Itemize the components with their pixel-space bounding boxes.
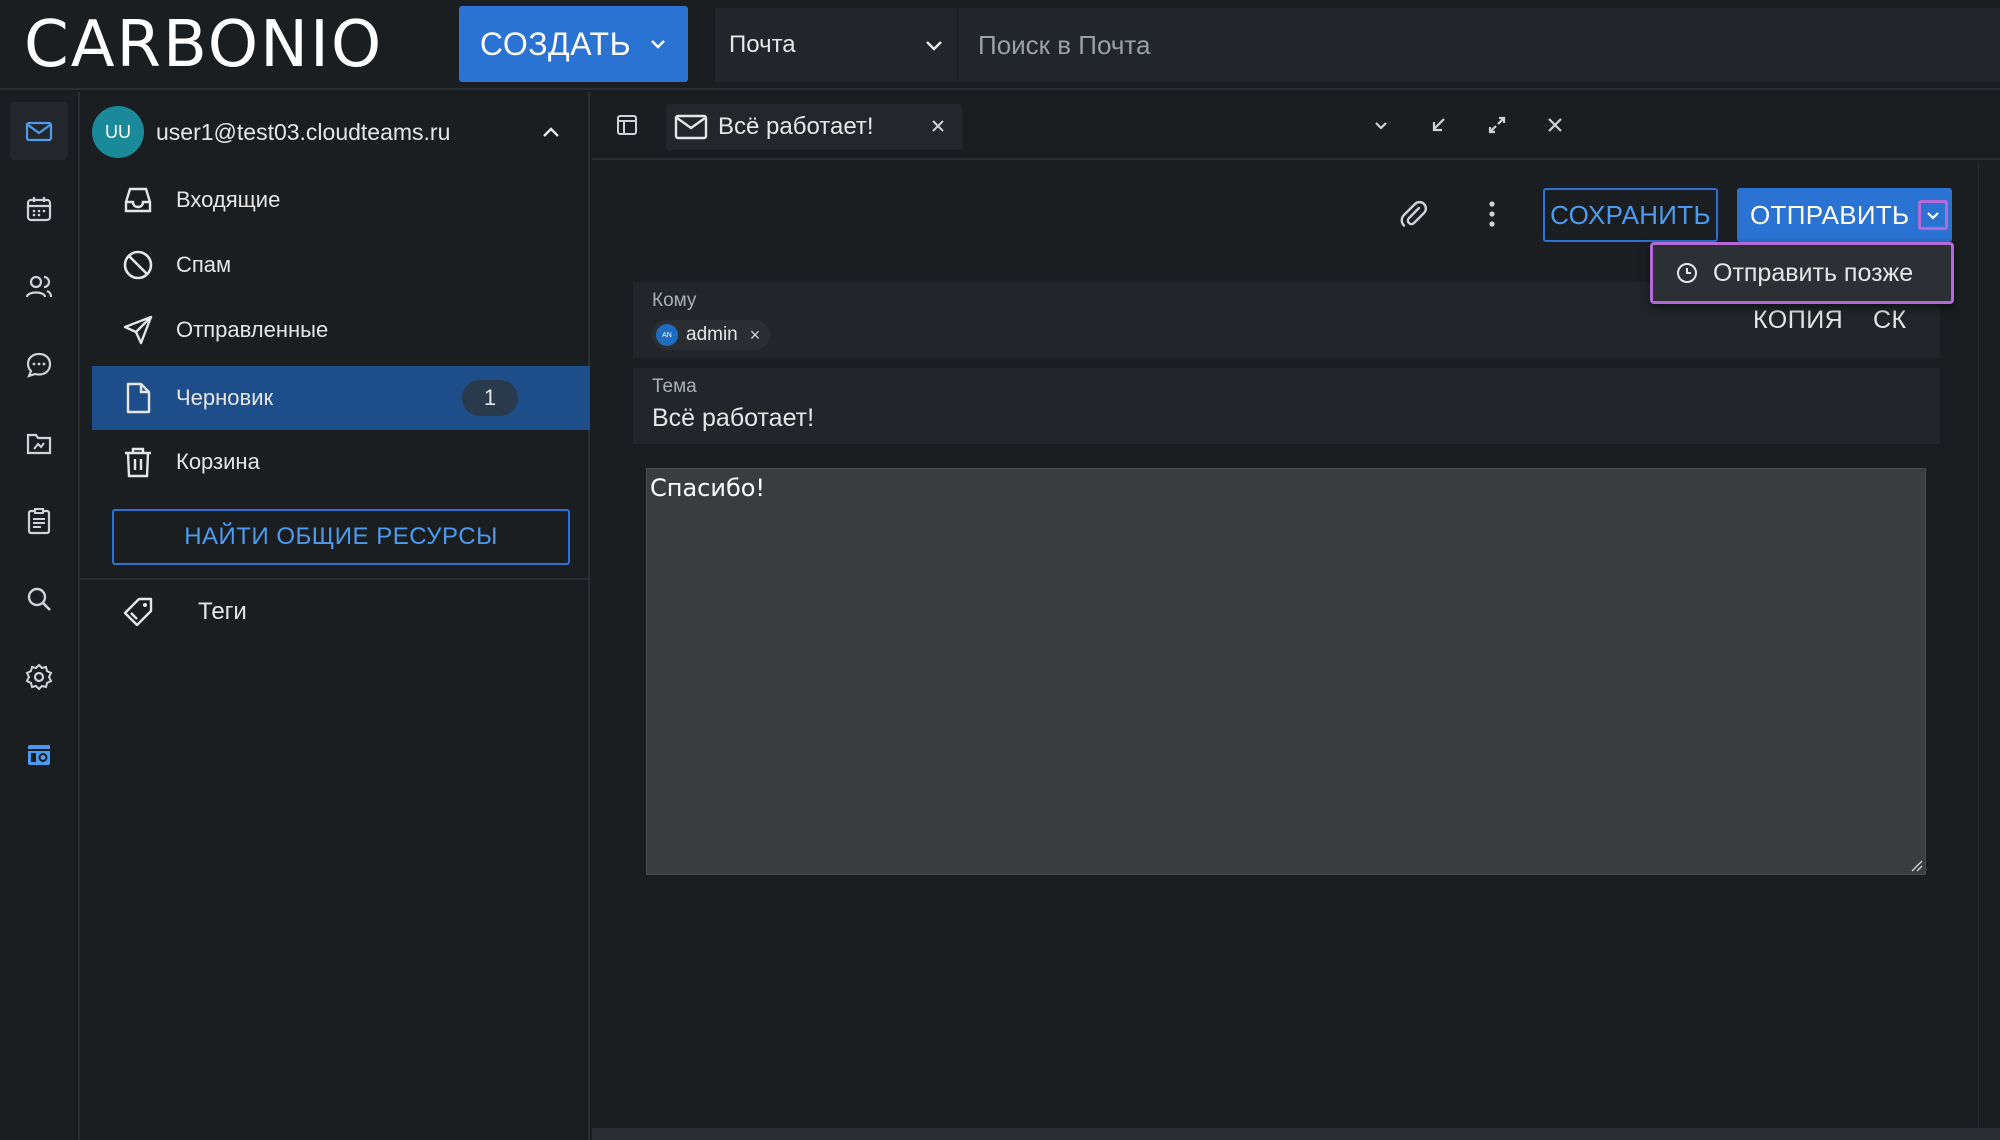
scroll-gutter bbox=[1978, 162, 2000, 1128]
inbox-icon bbox=[118, 180, 158, 220]
rail-contacts[interactable] bbox=[10, 258, 68, 316]
send-options-toggle[interactable] bbox=[1918, 200, 1948, 230]
resize-grip-icon[interactable] bbox=[1909, 858, 1923, 872]
chevron-down-icon[interactable] bbox=[1370, 114, 1392, 136]
send-button-label: ОТПРАВИТЬ bbox=[1750, 199, 1910, 230]
rail-chat[interactable] bbox=[10, 336, 68, 394]
create-button[interactable]: СОЗДАТЬ bbox=[459, 6, 688, 82]
mail-icon bbox=[25, 121, 53, 142]
files-icon bbox=[26, 433, 52, 455]
cc-button[interactable]: КОПИЯ bbox=[1753, 306, 1843, 335]
tag-icon bbox=[118, 592, 158, 632]
app-rail bbox=[0, 92, 80, 1140]
subject-label: Тема bbox=[652, 376, 697, 397]
contacts-icon bbox=[25, 275, 53, 298]
trash-icon bbox=[118, 442, 158, 482]
folder-label: Отправленные bbox=[176, 317, 329, 342]
folder-inbox[interactable]: Входящие bbox=[92, 168, 590, 232]
save-button[interactable]: СОХРАНИТЬ bbox=[1543, 188, 1718, 242]
folder-sent[interactable]: Отправленные bbox=[92, 298, 590, 362]
search-icon bbox=[27, 587, 51, 611]
rail-apps[interactable] bbox=[10, 726, 68, 784]
tags-label: Теги bbox=[198, 598, 247, 625]
tab-bar: Всё работает! bbox=[592, 92, 2000, 160]
send-later-menu-item[interactable]: Отправить позже bbox=[1650, 242, 1954, 304]
avatar: UU bbox=[92, 106, 144, 158]
message-body-text: Спасибо! bbox=[650, 474, 766, 502]
spam-icon bbox=[118, 245, 158, 285]
rail-mail[interactable] bbox=[10, 102, 68, 160]
account-email: user1@test03.cloudteams.ru bbox=[156, 118, 451, 145]
close-icon[interactable] bbox=[1544, 114, 1566, 136]
create-button-label: СОЗДАТЬ bbox=[479, 25, 632, 62]
send-later-label: Отправить позже bbox=[1713, 258, 1914, 287]
to-label: Кому bbox=[652, 290, 697, 311]
subject-field[interactable]: Тема Всё работает! bbox=[633, 368, 1940, 444]
tags-section[interactable]: Теги bbox=[92, 580, 590, 644]
attachment-icon[interactable] bbox=[1397, 198, 1429, 230]
tab-title: Всё работает! bbox=[718, 113, 874, 140]
rail-settings[interactable] bbox=[10, 648, 68, 706]
top-bar: CARBONIO СОЗДАТЬ Почта Поиск в Почта bbox=[0, 0, 2000, 90]
rail-files[interactable] bbox=[10, 414, 68, 472]
folder-label: Черновик bbox=[176, 385, 274, 410]
board-toggle-icon[interactable] bbox=[614, 112, 640, 138]
more-options-icon[interactable] bbox=[1482, 198, 1502, 230]
draft-icon bbox=[118, 378, 158, 418]
recipient-avatar: AN bbox=[656, 324, 678, 346]
chevron-up-icon bbox=[543, 127, 559, 137]
message-body-editor[interactable]: Спасибо! bbox=[646, 468, 1926, 875]
folder-label: Спам bbox=[176, 252, 232, 277]
chat-icon bbox=[26, 352, 52, 378]
folder-drafts[interactable]: Черновик 1 bbox=[92, 366, 590, 430]
folder-spam[interactable]: Спам bbox=[92, 233, 590, 297]
account-header[interactable]: UU user1@test03.cloudteams.ru bbox=[92, 106, 582, 158]
close-icon[interactable] bbox=[928, 116, 948, 136]
module-select-value: Почта bbox=[729, 31, 796, 58]
rail-search[interactable] bbox=[10, 570, 68, 628]
folder-label: Входящие bbox=[176, 187, 281, 212]
minimize-icon[interactable] bbox=[1428, 114, 1450, 136]
send-button[interactable]: ОТПРАВИТЬ bbox=[1737, 188, 1952, 242]
send-icon bbox=[118, 310, 158, 350]
carbonio-logo: CARBONIO bbox=[24, 8, 384, 82]
chevron-down-icon bbox=[926, 41, 942, 51]
unread-count-badge: 1 bbox=[462, 380, 518, 416]
subject-value: Всё работает! bbox=[652, 404, 815, 432]
tasks-icon bbox=[27, 508, 51, 535]
search-input[interactable]: Поиск в Почта bbox=[958, 8, 2000, 82]
apps-icon bbox=[28, 745, 50, 765]
chevron-down-icon bbox=[651, 40, 665, 49]
remove-recipient-icon[interactable]: × bbox=[750, 325, 761, 346]
bcc-button[interactable]: СК bbox=[1873, 306, 1907, 335]
recipient-name: admin bbox=[686, 324, 738, 345]
folder-trash[interactable]: Корзина bbox=[92, 430, 590, 494]
bottom-scrollbar[interactable] bbox=[592, 1128, 2000, 1140]
rail-calendar[interactable] bbox=[10, 180, 68, 238]
rail-tasks[interactable] bbox=[10, 492, 68, 550]
chevron-down-icon bbox=[1927, 212, 1939, 220]
module-select[interactable]: Почта bbox=[715, 8, 957, 82]
expand-icon[interactable] bbox=[1486, 114, 1508, 136]
search-placeholder: Поиск в Почта bbox=[978, 29, 1151, 60]
folder-sidebar: UU user1@test03.cloudteams.ru Входящие С… bbox=[80, 92, 674, 1140]
tab-compose[interactable]: Всё работает! bbox=[666, 104, 962, 150]
folder-label: Корзина bbox=[176, 449, 260, 474]
clock-icon bbox=[1677, 263, 1697, 283]
calendar-icon bbox=[26, 197, 52, 222]
mail-icon bbox=[674, 114, 708, 140]
find-shared-resources-button[interactable]: НАЙТИ ОБЩИЕ РЕСУРСЫ bbox=[112, 509, 570, 565]
recipient-chip[interactable]: AN admin × bbox=[652, 320, 771, 350]
settings-icon bbox=[25, 663, 53, 691]
